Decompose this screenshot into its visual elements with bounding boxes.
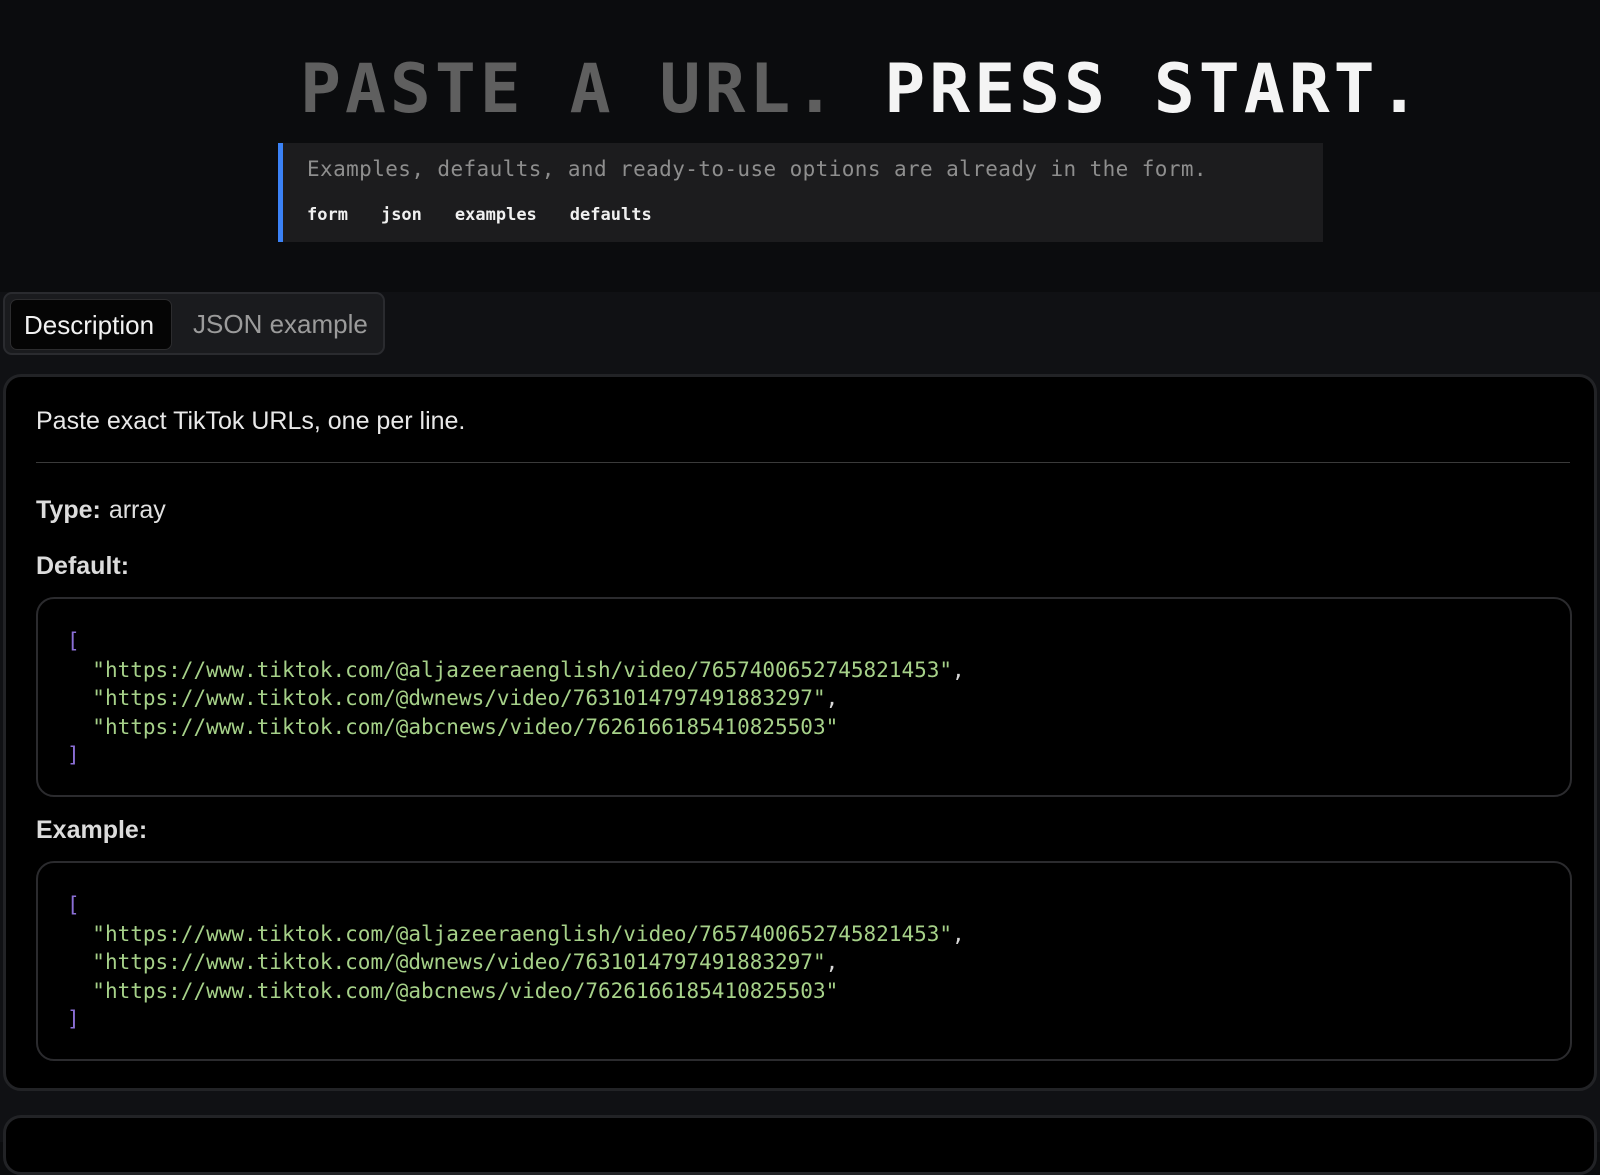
link-defaults[interactable]: defaults <box>570 205 652 225</box>
example-code: [ "https://www.tiktok.com/@aljazeeraengl… <box>67 893 965 1031</box>
code-string: "https://www.tiktok.com/@abcnews/video/7… <box>92 978 839 1003</box>
divider <box>36 462 1570 463</box>
field-card: Paste exact TikTok URLs, one per line. T… <box>3 374 1597 1091</box>
callout-text: Examples, defaults, and ready-to-use opt… <box>307 157 1207 181</box>
type-value: array <box>108 496 166 524</box>
field-description: Paste exact TikTok URLs, one per line. <box>36 407 466 435</box>
code-close-bracket: ] <box>67 1007 80 1031</box>
callout-links: form json examples defaults <box>307 205 652 225</box>
view-tabs: Description JSON example <box>3 292 385 355</box>
code-string: "https://www.tiktok.com/@dwnews/video/76… <box>92 950 826 974</box>
headline-bright: PRESS START. <box>884 50 1424 129</box>
default-code: [ "https://www.tiktok.com/@aljazeeraengl… <box>67 629 965 767</box>
hero-section: PASTE A URL. PRESS START. Examples, defa… <box>0 0 1600 292</box>
tab-description[interactable]: Description <box>10 299 172 350</box>
default-code-block: [ "https://www.tiktok.com/@aljazeeraengl… <box>36 597 1572 797</box>
next-field-card <box>3 1115 1597 1175</box>
type-label: Type: <box>36 496 101 524</box>
code-string: "https://www.tiktok.com/@aljazeeraenglis… <box>92 921 953 946</box>
field-type: Type: array <box>36 496 166 525</box>
example-code-block: [ "https://www.tiktok.com/@aljazeeraengl… <box>36 861 1572 1061</box>
link-examples[interactable]: examples <box>455 205 537 225</box>
default-label: Default: <box>36 552 130 580</box>
code-open-bracket: [ <box>67 893 80 917</box>
tab-json-example[interactable]: JSON example <box>180 299 381 350</box>
headline-dim: PASTE A URL. <box>300 50 840 129</box>
link-form[interactable]: form <box>307 205 348 225</box>
code-string: "https://www.tiktok.com/@abcnews/video/7… <box>92 714 839 739</box>
info-callout: Examples, defaults, and ready-to-use opt… <box>278 143 1323 242</box>
code-close-bracket: ] <box>67 743 80 767</box>
field-default: Default: <box>36 552 129 581</box>
example-label: Example: <box>36 816 148 844</box>
code-string: "https://www.tiktok.com/@dwnews/video/76… <box>92 686 826 710</box>
code-open-bracket: [ <box>67 629 80 653</box>
page-headline: PASTE A URL. PRESS START. <box>300 46 1424 134</box>
code-string: "https://www.tiktok.com/@aljazeeraenglis… <box>92 657 953 682</box>
field-example: Example: <box>36 816 147 845</box>
link-json[interactable]: json <box>381 205 422 225</box>
